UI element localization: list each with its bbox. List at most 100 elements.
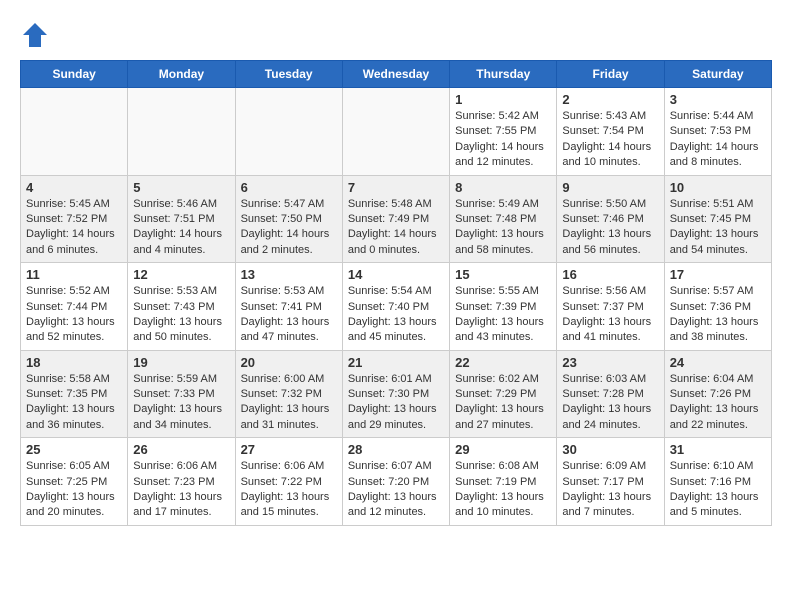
- calendar-cell: 21 Sunrise: 6:01 AMSunset: 7:30 PMDayligh…: [342, 350, 449, 438]
- date-number: 5: [133, 180, 229, 195]
- day-header-friday: Friday: [557, 61, 664, 88]
- date-number: 13: [241, 267, 337, 282]
- cell-info-line: Daylight: 13 hours: [241, 402, 337, 417]
- cell-info-line: and 12 minutes.: [348, 505, 444, 520]
- cell-info: Sunrise: 5:53 AMSunset: 7:43 PMDaylight:…: [133, 284, 229, 346]
- cell-info-line: Sunrise: 5:51 AM: [670, 197, 766, 212]
- date-number: 22: [455, 355, 551, 370]
- cell-info: Sunrise: 6:02 AMSunset: 7:29 PMDaylight:…: [455, 372, 551, 434]
- cell-info-line: Sunrise: 6:03 AM: [562, 372, 658, 387]
- cell-info-line: Daylight: 14 hours: [348, 227, 444, 242]
- cell-info-line: and 45 minutes.: [348, 330, 444, 345]
- cell-info: Sunrise: 5:52 AMSunset: 7:44 PMDaylight:…: [26, 284, 122, 346]
- date-number: 15: [455, 267, 551, 282]
- cell-info-line: Sunrise: 6:06 AM: [241, 459, 337, 474]
- calendar-cell: 18Sunrise: 5:58 AMSunset: 7:35 PMDayligh…: [21, 350, 128, 438]
- calendar-cell: 24Sunrise: 6:04 AMSunset: 7:26 PMDayligh…: [664, 350, 771, 438]
- cell-info-line: Sunset: 7:37 PM: [562, 300, 658, 315]
- cell-info-line: Daylight: 13 hours: [670, 490, 766, 505]
- cell-info-line: Sunrise: 5:44 AM: [670, 109, 766, 124]
- date-number: 21: [348, 355, 444, 370]
- cell-info: Sunrise: 6:05 AMSunset: 7:25 PMDaylight:…: [26, 459, 122, 521]
- cell-info-line: Sunset: 7:43 PM: [133, 300, 229, 315]
- calendar-cell: [235, 88, 342, 176]
- cell-info: Sunrise: 6:01 AMSunset: 7:30 PMDaylight:…: [348, 372, 444, 434]
- logo: [20, 20, 56, 50]
- cell-info-line: and 8 minutes.: [670, 155, 766, 170]
- cell-info-line: Sunrise: 5:43 AM: [562, 109, 658, 124]
- calendar-cell: 8Sunrise: 5:49 AMSunset: 7:48 PMDaylight…: [450, 175, 557, 263]
- cell-info-line: Sunrise: 5:57 AM: [670, 284, 766, 299]
- cell-info-line: and 22 minutes.: [670, 418, 766, 433]
- cell-info-line: and 38 minutes.: [670, 330, 766, 345]
- date-number: 2: [562, 92, 658, 107]
- week-row-5: 25Sunrise: 6:05 AMSunset: 7:25 PMDayligh…: [21, 438, 772, 526]
- cell-info-line: Sunrise: 6:00 AM: [241, 372, 337, 387]
- cell-info-line: and 34 minutes.: [133, 418, 229, 433]
- cell-info-line: Sunset: 7:39 PM: [455, 300, 551, 315]
- cell-info: Sunrise: 5:50 AMSunset: 7:46 PMDaylight:…: [562, 197, 658, 259]
- cell-info-line: Sunrise: 5:53 AM: [241, 284, 337, 299]
- cell-info-line: Daylight: 13 hours: [455, 227, 551, 242]
- date-number: 4: [26, 180, 122, 195]
- date-number: 29: [455, 442, 551, 457]
- cell-info-line: and 47 minutes.: [241, 330, 337, 345]
- cell-info-line: Daylight: 13 hours: [26, 315, 122, 330]
- cell-info: Sunrise: 5:56 AMSunset: 7:37 PMDaylight:…: [562, 284, 658, 346]
- cell-info-line: Sunset: 7:50 PM: [241, 212, 337, 227]
- cell-info-line: Sunset: 7:23 PM: [133, 475, 229, 490]
- cell-info-line: Sunset: 7:51 PM: [133, 212, 229, 227]
- cell-info-line: Sunset: 7:20 PM: [348, 475, 444, 490]
- cell-info-line: Sunset: 7:33 PM: [133, 387, 229, 402]
- calendar-cell: 31Sunrise: 6:10 AMSunset: 7:16 PMDayligh…: [664, 438, 771, 526]
- calendar-body: 1Sunrise: 5:42 AMSunset: 7:55 PMDaylight…: [21, 88, 772, 526]
- calendar-cell: 12Sunrise: 5:53 AMSunset: 7:43 PMDayligh…: [128, 263, 235, 351]
- calendar-cell: 15Sunrise: 5:55 AMSunset: 7:39 PMDayligh…: [450, 263, 557, 351]
- cell-info-line: and 6 minutes.: [26, 243, 122, 258]
- cell-info-line: Sunrise: 5:49 AM: [455, 197, 551, 212]
- calendar-cell: 10Sunrise: 5:51 AMSunset: 7:45 PMDayligh…: [664, 175, 771, 263]
- cell-info-line: Sunset: 7:41 PM: [241, 300, 337, 315]
- calendar-cell: [342, 88, 449, 176]
- cell-info-line: Sunrise: 5:47 AM: [241, 197, 337, 212]
- cell-info-line: Sunrise: 5:46 AM: [133, 197, 229, 212]
- cell-info-line: and 4 minutes.: [133, 243, 229, 258]
- cell-info: Sunrise: 5:51 AMSunset: 7:45 PMDaylight:…: [670, 197, 766, 259]
- cell-info-line: Sunset: 7:19 PM: [455, 475, 551, 490]
- date-number: 16: [562, 267, 658, 282]
- calendar-cell: 3Sunrise: 5:44 AMSunset: 7:53 PMDaylight…: [664, 88, 771, 176]
- cell-info-line: Sunset: 7:40 PM: [348, 300, 444, 315]
- cell-info-line: Sunrise: 6:06 AM: [133, 459, 229, 474]
- cell-info-line: Sunset: 7:30 PM: [348, 387, 444, 402]
- cell-info-line: Sunrise: 6:05 AM: [26, 459, 122, 474]
- cell-info: Sunrise: 5:54 AMSunset: 7:40 PMDaylight:…: [348, 284, 444, 346]
- cell-info-line: Sunrise: 5:58 AM: [26, 372, 122, 387]
- cell-info: Sunrise: 5:48 AMSunset: 7:49 PMDaylight:…: [348, 197, 444, 259]
- cell-info-line: Daylight: 13 hours: [562, 490, 658, 505]
- cell-info-line: Sunset: 7:53 PM: [670, 124, 766, 139]
- cell-info-line: and 15 minutes.: [241, 505, 337, 520]
- calendar-cell: 22 Sunrise: 6:02 AMSunset: 7:29 PMDayligh…: [450, 350, 557, 438]
- cell-info-line: and 31 minutes.: [241, 418, 337, 433]
- cell-info-line: Sunset: 7:29 PM: [455, 387, 551, 402]
- cell-info-line: Sunrise: 5:52 AM: [26, 284, 122, 299]
- date-number: 3: [670, 92, 766, 107]
- cell-info-line: Daylight: 13 hours: [455, 315, 551, 330]
- calendar-header-row: SundayMondayTuesdayWednesdayThursdayFrid…: [21, 61, 772, 88]
- cell-info: Sunrise: 6:06 AMSunset: 7:23 PMDaylight:…: [133, 459, 229, 521]
- cell-info-line: Sunrise: 5:48 AM: [348, 197, 444, 212]
- calendar-cell: 2Sunrise: 5:43 AMSunset: 7:54 PMDaylight…: [557, 88, 664, 176]
- cell-info-line: Sunrise: 5:42 AM: [455, 109, 551, 124]
- cell-info-line: Sunset: 7:22 PM: [241, 475, 337, 490]
- calendar-cell: 26Sunrise: 6:06 AMSunset: 7:23 PMDayligh…: [128, 438, 235, 526]
- cell-info-line: Sunset: 7:49 PM: [348, 212, 444, 227]
- cell-info-line: Sunset: 7:55 PM: [455, 124, 551, 139]
- date-number: 23: [562, 355, 658, 370]
- cell-info-line: and 24 minutes.: [562, 418, 658, 433]
- calendar-table: SundayMondayTuesdayWednesdayThursdayFrid…: [20, 60, 772, 526]
- cell-info-line: Daylight: 13 hours: [455, 402, 551, 417]
- cell-info-line: and 41 minutes.: [562, 330, 658, 345]
- calendar-cell: 29Sunrise: 6:08 AMSunset: 7:19 PMDayligh…: [450, 438, 557, 526]
- day-header-thursday: Thursday: [450, 61, 557, 88]
- cell-info-line: Sunrise: 6:07 AM: [348, 459, 444, 474]
